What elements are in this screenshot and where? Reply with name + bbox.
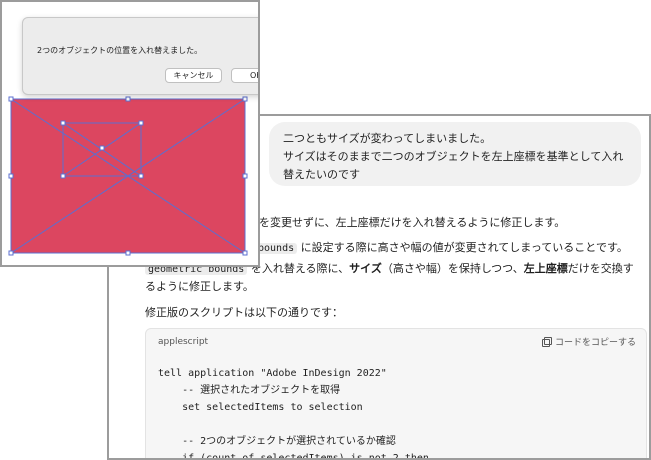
- bold-text: 左上座標: [523, 262, 568, 275]
- response-line-2: bounds に設定する際に高さや幅の値が変更されてしまっていることです。: [255, 241, 628, 256]
- copy-icon: [541, 337, 552, 347]
- copy-code-label: コードをコピーする: [554, 338, 636, 348]
- code-line: tell application "Adobe InDesign 2022": [158, 368, 387, 379]
- bold-text: サイズ: [349, 262, 382, 275]
- response-line-5: 修正版のスクリプトは以下の通りです：: [145, 306, 343, 319]
- selection-handle[interactable]: [125, 250, 131, 256]
- ok-button[interactable]: OK: [231, 68, 258, 83]
- dialog-message: 2つのオブジェクトの位置を入れ替えました。: [37, 46, 203, 55]
- response-text: だけを交換す: [567, 262, 634, 275]
- response-line-4: るように修正します。: [145, 280, 254, 293]
- code-line: if (count of selectedItems) is not 2 the…: [158, 453, 429, 460]
- copy-code-button[interactable]: コードをコピーする: [541, 335, 636, 348]
- code-line: -- 2つのオブジェクトが選択されているか確認: [158, 436, 396, 447]
- selection-handle[interactable]: [138, 173, 144, 179]
- alert-dialog: 2つのオブジェクトの位置を入れ替えました。 キャンセル OK: [22, 17, 258, 95]
- cancel-button[interactable]: キャンセル: [165, 68, 222, 83]
- selection-handle[interactable]: [99, 145, 105, 151]
- selection-handle[interactable]: [8, 96, 14, 102]
- selection-handle[interactable]: [60, 120, 66, 126]
- response-text: に設定する際に高さや幅の値が変更されてしまっていることです。: [300, 241, 628, 254]
- selection-handle[interactable]: [8, 173, 14, 179]
- code-line: -- 選択されたオブジェクトを取得: [158, 385, 341, 396]
- user-message-line: 二つともサイズが変わってしまいました。: [283, 132, 492, 145]
- indesign-window: 2つのオブジェクトの位置を入れ替えました。 キャンセル OK: [0, 0, 260, 267]
- selection-handle[interactable]: [60, 173, 66, 179]
- inline-code: bounds: [255, 243, 298, 254]
- selection-handle[interactable]: [8, 250, 14, 256]
- response-text: （高さや幅）を保持しつつ、: [381, 262, 524, 275]
- user-message-bubble: 二つともサイズが変わってしまいました。 サイズはそのままで二つのオブジェクトを左…: [269, 122, 641, 186]
- user-message-line: 替えたいのです: [283, 168, 360, 181]
- selection-handle[interactable]: [242, 250, 248, 256]
- code-language-label: applescript: [158, 337, 209, 347]
- selection-handle[interactable]: [242, 96, 248, 102]
- selection-handle[interactable]: [138, 120, 144, 126]
- selection-handle[interactable]: [242, 173, 248, 179]
- user-message-line: サイズはそのままで二つのオブジェクトを左上座標を基準として入れ: [283, 150, 624, 163]
- code-line: set selectedItems to selection: [158, 402, 363, 413]
- code-block: applescript コードをコピーする tell application "…: [145, 328, 647, 460]
- response-text: を入れ替える際に、: [250, 262, 350, 275]
- selection-handle[interactable]: [125, 96, 131, 102]
- response-line-1: を変更せずに、左上座標だけを入れ替えるように修正します。: [259, 216, 566, 229]
